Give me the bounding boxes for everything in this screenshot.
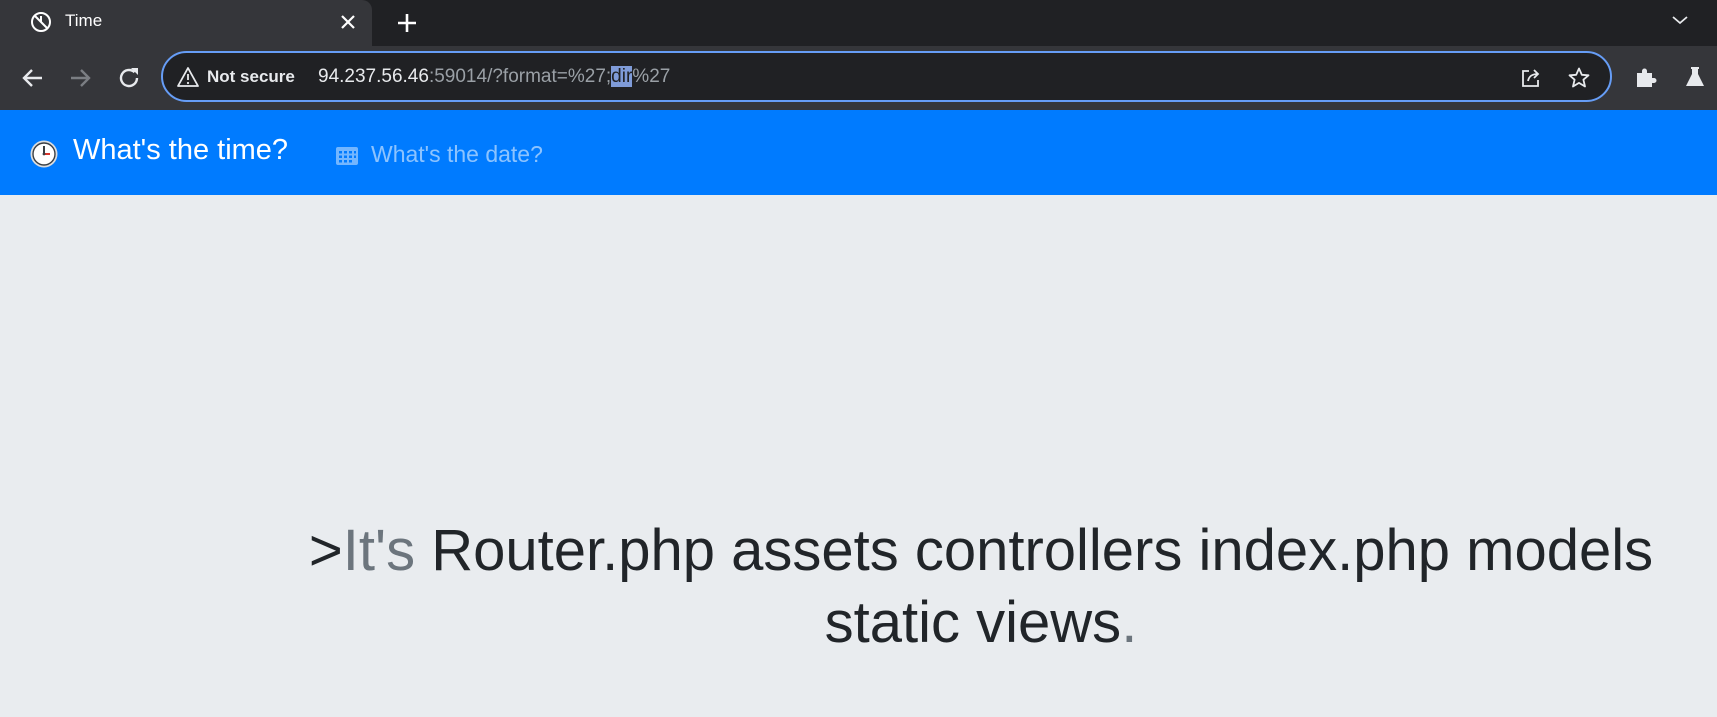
output-muted-end: . (1121, 590, 1138, 655)
extensions-puzzle-icon[interactable] (1633, 64, 1659, 90)
browser-tab[interactable]: Time (0, 0, 372, 46)
output-muted-start: It's (342, 518, 416, 583)
warning-triangle-icon[interactable] (177, 66, 199, 88)
clock-favicon-icon (29, 10, 53, 34)
reload-icon[interactable] (115, 64, 143, 92)
tab-title: Time (65, 11, 103, 30)
site-navbar: What's the time? What's the date? (0, 110, 1717, 195)
back-arrow-icon[interactable] (19, 64, 47, 92)
date-nav-link[interactable]: What's the date? (371, 141, 543, 168)
time-output-heading: >It's Router.php assets controllers inde… (286, 515, 1676, 659)
url-text[interactable]: 94.237.56.46:59014/?format=%27;dir%27 (318, 66, 670, 88)
close-tab-icon[interactable] (336, 10, 360, 34)
not-secure-label[interactable]: Not secure (207, 67, 295, 87)
url-host: 94.237.56.46 (318, 66, 429, 87)
output-message: Router.php assets controllers index.php … (415, 518, 1654, 655)
labs-flask-icon[interactable] (1682, 64, 1708, 90)
new-tab-plus-icon[interactable] (392, 8, 422, 38)
site-brand-link[interactable]: What's the time? (73, 134, 288, 167)
browser-toolbar: Not secure 94.237.56.46:59014/?format=%2… (0, 46, 1717, 110)
url-selection: dir (611, 66, 633, 87)
url-path-end: %27 (632, 66, 671, 87)
url-path: :59014/?format=%27; (428, 66, 612, 87)
bookmark-star-icon[interactable] (1567, 66, 1591, 90)
share-icon[interactable] (1519, 66, 1543, 90)
tab-search-chevron-down-icon[interactable] (1668, 8, 1692, 32)
address-bar[interactable]: Not secure 94.237.56.46:59014/?format=%2… (161, 51, 1612, 102)
tab-strip: Time (0, 0, 1717, 46)
forward-arrow-icon[interactable] (66, 64, 94, 92)
calendar-icon[interactable] (335, 146, 359, 166)
output-prefix: > (308, 518, 343, 583)
clock-icon (29, 139, 59, 169)
